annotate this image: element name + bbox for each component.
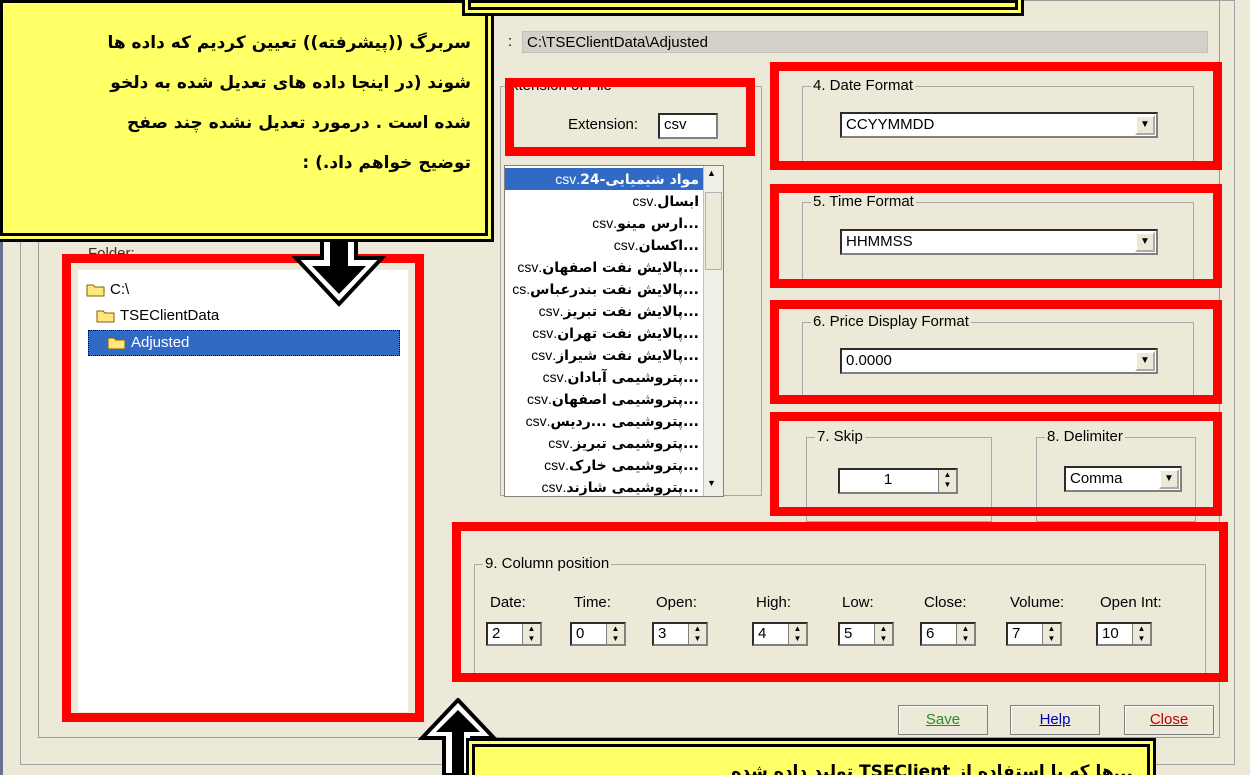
file-ext: .csv [538,303,564,319]
file-name: ...پالایش نفت تبریز [563,304,700,320]
file-ext: .csv [613,237,639,253]
path-display: C:\TSEClientData\Adjusted [522,31,1208,53]
file-name: مواد شیمیایی-24 [580,172,699,188]
file-name: ...پالایش نفت شیراز [556,348,699,364]
scroll-thumb[interactable] [705,192,722,270]
file-ext: .csv [517,259,543,275]
note-bottom-text: ...ها که با استفاده از TSEClient تولید د… [731,762,1133,775]
help-label: Help [1039,711,1071,728]
file-list-item[interactable]: ...پتروشیمی تبریز.csv [505,432,703,454]
file-list-item[interactable]: ...پالایش نفت شیراز.csv [505,344,703,366]
file-ext: .csv [548,435,574,451]
file-list-item[interactable]: مواد شیمیایی-24.csv [505,168,703,190]
file-list[interactable]: مواد شیمیایی-24.csv ابسال.csv ...ارس مینو.… [504,165,724,497]
highlight-price-format [770,300,1222,404]
file-list-item[interactable]: ...اکسان.csv [505,234,703,256]
file-ext: .csv [542,369,568,385]
file-name: ...پتروشیمی تبریز [573,436,699,452]
note-line: شده است . درمورد تعدیل نشده چند صفح [126,113,471,133]
file-name: ...پالایش نفت اصفهان [542,260,699,276]
file-ext: .csv [525,413,551,429]
file-list-item[interactable]: ...پالایش نفت بندرعباس.cs [505,278,703,300]
file-ext: .csv [632,193,658,209]
file-name: ...پتروشیمی آبادان [567,370,700,386]
file-ext: .csv [532,325,558,341]
file-list-item[interactable]: ...پالایش نفت تهران.csv [505,322,703,344]
file-list-item[interactable]: ...پتروشیمی شازند.csv [505,476,703,496]
file-ext: .csv [541,479,567,495]
file-list-item[interactable]: ...پالایش نفت اصفهان.csv [505,256,703,278]
highlight-skip-delimiter [770,412,1222,516]
note-top-edge [468,0,1018,10]
file-list-scrollbar[interactable]: ▲ ▼ [703,166,723,496]
file-list-item[interactable]: ...پتروشیمی خارک.csv [505,454,703,476]
file-name: ...پالایش نفت بندرعباس [530,282,699,298]
file-ext: .cs [512,281,531,297]
file-name: ...پتروشیمی شازند [566,480,699,496]
file-name: ...ارس مینو [617,216,699,232]
file-ext: .csv [531,347,557,363]
file-list-item[interactable]: ...پتروشیمی اصفهان.csv [505,388,703,410]
close-button[interactable]: Close [1124,705,1214,735]
note-line: شوند (در اینجا داده های تعدیل شده به دلخ… [110,73,471,93]
highlight-column-position [452,522,1228,682]
note-line: توضیح خواهم داد.) : [302,153,471,173]
save-label: Save [925,711,961,728]
file-list-item[interactable]: ...پتروشیمی ...ردیس.csv [505,410,703,432]
file-name: ابسال [657,194,699,210]
file-ext: .csv [592,215,618,231]
path-label: : [508,33,513,50]
file-ext: .csv [555,171,581,187]
help-button[interactable]: Help [1010,705,1100,735]
file-list-item[interactable]: ...ارس مینو.csv [505,212,703,234]
save-button[interactable]: Save [898,705,988,735]
file-list-item[interactable]: ...پتروشیمی آبادان.csv [505,366,703,388]
scroll-down-icon[interactable]: ▼ [707,478,716,488]
note-line: سربرگ ((پیشرفته)) تعیین کردیم که داده ها [107,33,471,53]
highlight-date-format [770,62,1222,170]
file-list-item[interactable]: ...پالایش نفت تبریز.csv [505,300,703,322]
highlight-folder-tree [62,254,424,722]
close-label: Close [1149,711,1189,728]
note-bottom: ...ها که با استفاده از TSEClient تولید د… [472,744,1150,775]
scroll-up-icon[interactable]: ▲ [707,168,716,178]
file-name: ...پتروشیمی اصفهان [551,392,699,408]
file-name: ...پتروشیمی ...ردیس [550,414,700,430]
file-ext: .csv [544,457,569,473]
file-name: ...پتروشیمی خارک [569,458,699,474]
file-ext: .csv [527,391,552,407]
file-name: ...پالایش نفت تهران [557,326,699,342]
note-top: سربرگ ((پیشرفته)) تعیین کردیم که داده ها… [0,0,488,236]
highlight-time-format [770,184,1222,288]
file-name: ...اکسان [638,238,699,254]
highlight-extension [505,78,755,156]
file-list-item[interactable]: ابسال.csv [505,190,703,212]
